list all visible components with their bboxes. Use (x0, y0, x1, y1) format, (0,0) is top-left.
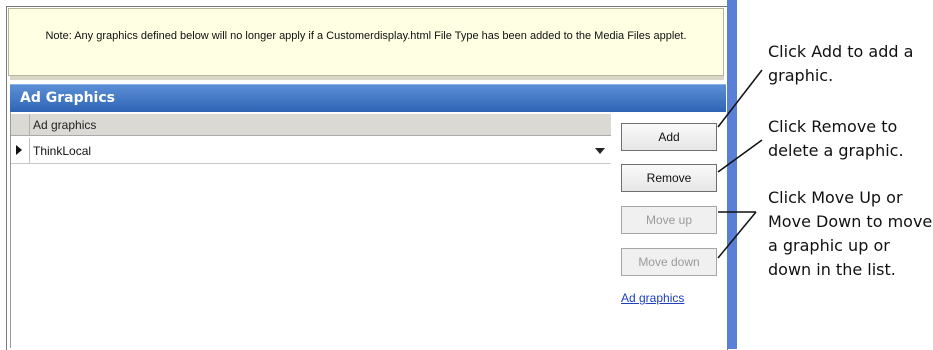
callout-line-move-down (717, 211, 757, 259)
callout-line-add (717, 69, 763, 128)
callout-lines (717, 69, 763, 259)
callout-line-remove (717, 139, 763, 173)
